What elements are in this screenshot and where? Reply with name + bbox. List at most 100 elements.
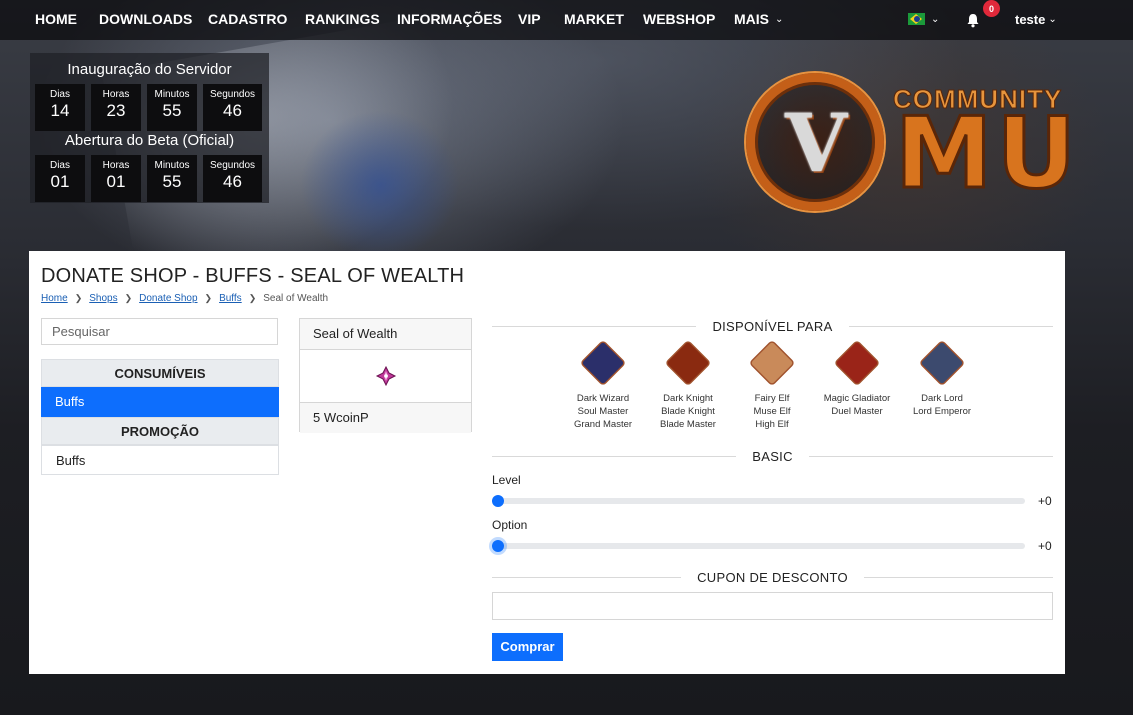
launch-hours-box: Horas 23 <box>91 84 141 131</box>
buy-button[interactable]: Comprar <box>492 633 563 661</box>
minutes-value: 55 <box>162 172 182 191</box>
top-navbar: HOME DOWNLOADS CADASTRO RANKINGS INFORMA… <box>0 0 1133 40</box>
item-price: 5 WcoinP <box>300 403 471 433</box>
launch-minutes-box: Minutos 55 <box>147 84 197 131</box>
breadcrumb-home[interactable]: Home <box>41 293 68 304</box>
hours-label: Horas <box>102 89 130 100</box>
class-name-line: Lord Emperor <box>912 406 972 417</box>
divider-line <box>492 576 682 578</box>
class-name-line: Magic Gladiator <box>823 393 891 404</box>
class-dark-lord: Dark Lord Lord Emperor <box>897 339 987 418</box>
beta-hours-box: Horas 01 <box>91 155 141 202</box>
breadcrumb-donate-shop[interactable]: Donate Shop <box>139 293 197 304</box>
nav-vip[interactable]: VIP <box>518 11 541 27</box>
item-name: Seal of Wealth <box>300 319 471 350</box>
level-slider[interactable] <box>497 498 1025 504</box>
coupon-input[interactable] <box>492 592 1053 620</box>
notifications-button[interactable] <box>966 13 982 29</box>
coupon-title: CUPON DE DESCONTO <box>697 569 848 585</box>
item-image <box>300 350 471 403</box>
class-names: Dark Wizard Soul Master Grand Master <box>558 392 648 431</box>
item-card: Seal of Wealth 5 WcoinP <box>299 318 472 433</box>
basic-title: BASIC <box>752 448 793 464</box>
nav-mais-label: MAIS <box>734 11 769 27</box>
nav-market[interactable]: MARKET <box>564 11 624 27</box>
days-value: 14 <box>50 101 70 120</box>
class-magic-gladiator: Magic Gladiator Duel Master <box>812 339 902 418</box>
divider-line <box>863 576 1053 578</box>
nav-informacoes[interactable]: INFORMAÇÕES <box>397 11 502 27</box>
chevron-down-icon: ⌄ <box>1048 14 1057 25</box>
minutes-value: 55 <box>162 101 182 120</box>
seconds-value: 46 <box>223 101 242 120</box>
nav-cadastro[interactable]: CADASTRO <box>208 11 287 27</box>
logo-emblem-icon: V <box>784 96 848 190</box>
available-for-section: DISPONÍVEL PARA <box>492 318 1053 334</box>
hours-label: Horas <box>102 160 130 171</box>
username-label: teste <box>1015 12 1046 27</box>
class-name-line: Dark Wizard <box>576 393 630 404</box>
category-header-promocao: PROMOÇÃO <box>41 417 279 445</box>
class-name-line: Soul Master <box>577 406 629 417</box>
breadcrumb-shops[interactable]: Shops <box>89 293 117 304</box>
chevron-right-icon: ❯ <box>124 293 133 303</box>
option-value: +0 <box>1038 539 1052 553</box>
nav-downloads[interactable]: DOWNLOADS <box>99 11 192 27</box>
launch-days-box: Dias 14 <box>35 84 85 131</box>
level-slider-thumb[interactable] <box>492 495 504 507</box>
brazil-flag-icon <box>908 13 925 25</box>
coupon-section: CUPON DE DESCONTO <box>492 569 1053 585</box>
class-names: Dark Knight Blade Knight Blade Master <box>643 392 733 431</box>
language-selector[interactable]: ⌄ <box>908 13 939 25</box>
hours-value: 23 <box>106 101 126 120</box>
user-menu[interactable]: teste ⌄ <box>1015 12 1057 27</box>
chevron-down-icon: ⌄ <box>775 13 784 25</box>
class-names: Magic Gladiator Duel Master <box>812 392 902 418</box>
class-name-line: Dark Knight <box>663 393 713 404</box>
breadcrumb-buffs[interactable]: Buffs <box>219 293 242 304</box>
shop-panel: DONATE SHOP - BUFFS - SEAL OF WEALTH Hom… <box>29 251 1065 674</box>
chevron-down-icon: ⌄ <box>931 13 940 25</box>
class-names: Fairy Elf Muse Elf High Elf <box>727 392 817 431</box>
option-slider-thumb[interactable] <box>492 540 504 552</box>
divider-line <box>492 325 697 327</box>
option-label: Option <box>492 518 528 532</box>
class-name-line: Muse Elf <box>753 406 791 417</box>
nav-rankings[interactable]: RANKINGS <box>305 11 380 27</box>
breadcrumb: Home ❯ Shops ❯ Donate Shop ❯ Buffs ❯ Sea… <box>41 293 328 304</box>
notification-count-badge: 0 <box>983 0 1000 17</box>
basic-section: BASIC <box>492 448 1054 464</box>
fairy-elf-avatar <box>748 339 796 387</box>
beta-countdown-title: Abertura do Beta (Oficial) <box>64 132 235 149</box>
hours-value: 01 <box>106 172 126 191</box>
seconds-label: Segundos <box>209 160 256 171</box>
level-value: +0 <box>1038 494 1052 508</box>
class-name-line: Dark Lord <box>921 393 963 404</box>
class-name-line: Blade Knight <box>661 406 715 417</box>
beta-days-box: Dias 01 <box>35 155 85 202</box>
nav-mais[interactable]: MAIS ⌄ <box>734 11 783 27</box>
option-slider[interactable] <box>497 543 1025 549</box>
nav-home[interactable]: HOME <box>35 11 77 27</box>
search-input[interactable] <box>41 318 278 345</box>
dark-knight-avatar <box>664 339 712 387</box>
class-dark-knight: Dark Knight Blade Knight Blade Master <box>643 339 733 431</box>
minutes-label: Minutos <box>154 160 190 171</box>
divider-line <box>808 455 1054 457</box>
chevron-right-icon: ❯ <box>74 293 83 303</box>
beta-seconds-box: Segundos 46 <box>203 155 262 202</box>
launch-countdown-title: Inauguração do Servidor <box>67 61 232 78</box>
nav-webshop[interactable]: WEBSHOP <box>643 11 715 27</box>
category-item-buffs-active[interactable]: Buffs <box>41 387 279 417</box>
category-item-buffs[interactable]: Buffs <box>41 445 279 475</box>
level-label: Level <box>492 473 521 487</box>
available-for-title: DISPONÍVEL PARA <box>712 318 833 334</box>
magic-gladiator-avatar <box>833 339 881 387</box>
divider-line <box>492 455 737 457</box>
beta-minutes-box: Minutos 55 <box>147 155 197 202</box>
seconds-value: 46 <box>223 172 242 191</box>
class-name-line: Blade Master <box>660 419 716 430</box>
chevron-right-icon: ❯ <box>204 293 213 303</box>
bell-icon <box>967 14 979 28</box>
launch-seconds-box: Segundos 46 <box>203 84 262 131</box>
